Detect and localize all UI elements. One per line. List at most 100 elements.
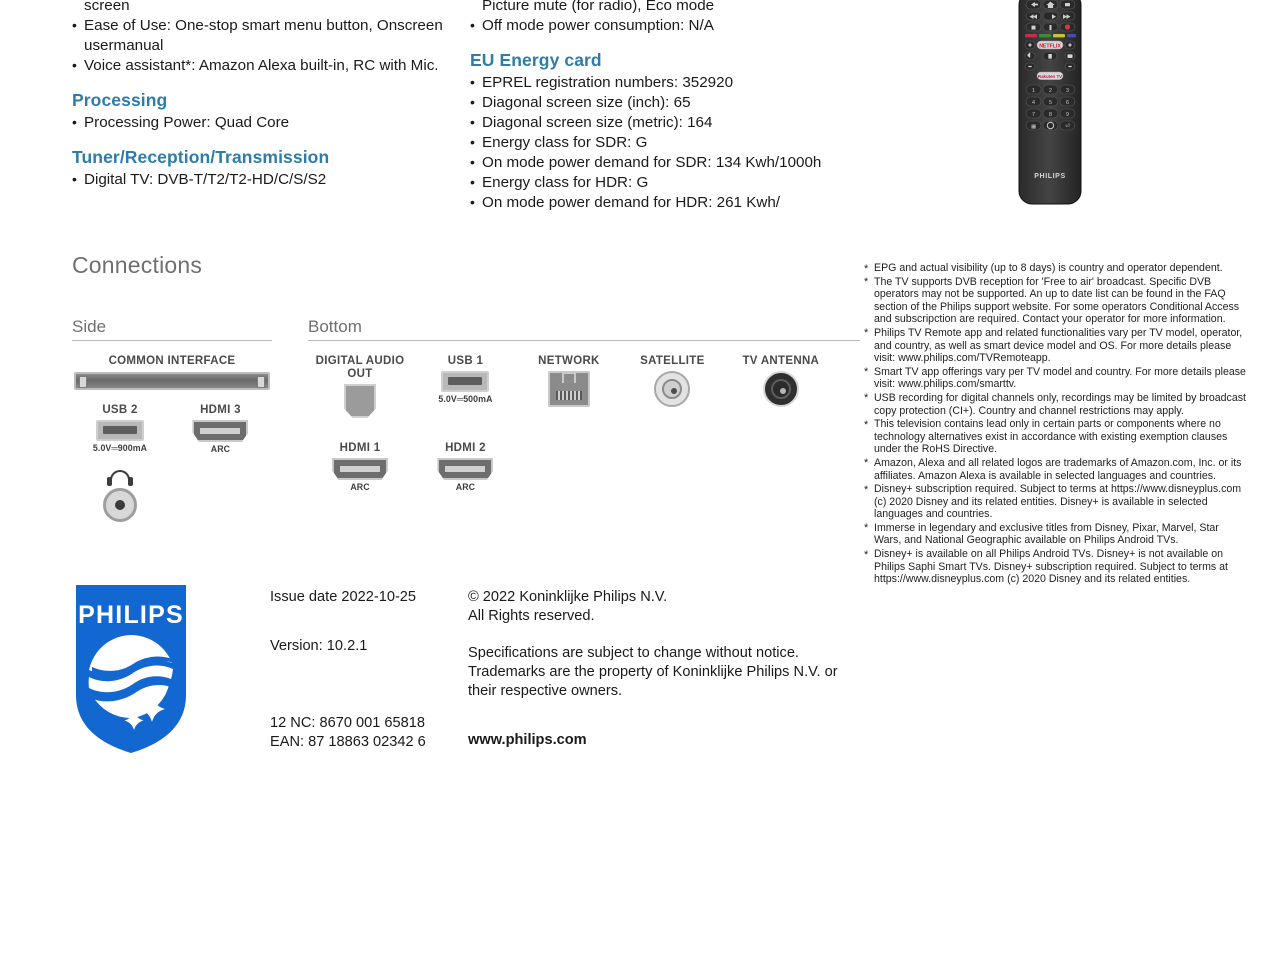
port-network: NETWORK — [519, 355, 619, 407]
mid-spec-column: Picture mute (for radio), Eco mode Off m… — [470, 0, 860, 213]
port-label: COMMON INTERFACE — [108, 355, 236, 367]
side-panel-divider — [72, 340, 272, 341]
svg-text:9: 9 — [1066, 112, 1069, 118]
left-feature-list: screen Ease of Use: One-stop smart menu … — [72, 0, 452, 76]
svg-text:8: 8 — [1049, 112, 1052, 118]
port-label: HDMI 3 — [200, 404, 241, 416]
remote-control-image: NETFLIX Rakuten TV 1 2 3 4 5 6 7 8 9 ▦ ⏎… — [1010, 0, 1090, 211]
port-label: SATELLITE — [640, 355, 705, 367]
svg-text:PHILIPS: PHILIPS — [1034, 173, 1065, 180]
eu-energy-list: EPREL registration numbers: 352920 Diago… — [470, 72, 860, 213]
port-hdmi-3: HDMI 3 ARC — [172, 404, 268, 454]
svg-text:5: 5 — [1049, 100, 1052, 106]
footnote-item: Amazon, Alexa and all related logos are … — [864, 457, 1246, 482]
issue-date: Issue date 2022-10-25 — [270, 589, 417, 605]
list-item: Processing Power: Quad Core — [72, 112, 452, 133]
satellite-coax-icon — [654, 371, 691, 407]
port-label: TV ANTENNA — [742, 355, 820, 367]
footer-publication-info: Issue date 2022-10-25 Version: 10.2.1 12… — [270, 588, 460, 752]
hdmi-port-icon — [332, 458, 388, 480]
port-label: DIGITAL AUDIO OUT — [315, 355, 405, 380]
side-connections-panel: Side COMMON INTERFACE USB 2 5.0V═900mA H… — [72, 317, 272, 522]
bottom-connections-panel: Bottom DIGITAL AUDIO OUT USB 1 5.0V═500m… — [308, 317, 860, 492]
list-item: On mode power demand for HDR: 261 Kwh/ — [470, 192, 860, 213]
port-hdmi-1: HDMI 1 ARC — [308, 442, 412, 492]
port-common-interface: COMMON INTERFACE — [74, 355, 270, 390]
tuner-list: Digital TV: DVB-T/T2/T2-HD/C/S/S2 — [72, 169, 452, 190]
footnotes-list: EPG and actual visibility (up to 8 days)… — [864, 262, 1246, 587]
bottom-panel-divider — [308, 340, 860, 341]
svg-text:3: 3 — [1066, 88, 1069, 94]
port-sublabel: 5.0V═500mA — [438, 394, 493, 404]
ci-slot-icon — [74, 372, 270, 390]
footnote-item: The TV supports DVB reception for 'Free … — [864, 276, 1246, 326]
list-item: Digital TV: DVB-T/T2/T2-HD/C/S/S2 — [72, 169, 452, 190]
port-label: NETWORK — [538, 355, 600, 367]
port-label: HDMI 1 — [339, 442, 381, 454]
usb-port-icon — [96, 420, 144, 441]
port-label: USB 2 — [102, 404, 138, 416]
list-item: Energy class for SDR: G — [470, 132, 860, 153]
antenna-coax-icon — [762, 371, 799, 407]
usb-port-icon — [441, 371, 490, 392]
list-item: Diagonal screen size (metric): 164 — [470, 112, 860, 133]
connections-title: Connections — [72, 252, 203, 278]
spec-sheet-page: screen Ease of Use: One-stop smart menu … — [0, 0, 1280, 960]
philips-logo: PHILIPS — [72, 583, 190, 755]
processing-list: Processing Power: Quad Core — [72, 112, 452, 133]
disclaimer: Specifications are subject to change wit… — [468, 645, 838, 699]
svg-text:⏎: ⏎ — [1065, 124, 1070, 130]
connections-section: Connections Side COMMON INTERFACE USB 2 — [72, 252, 862, 555]
port-tv-antenna: TV ANTENNA — [726, 355, 836, 407]
version: Version: 10.2.1 — [270, 638, 368, 654]
footnote-item: USB recording for digital channels only,… — [864, 392, 1246, 417]
footnote-item: Disney+ is available on all Philips Andr… — [864, 548, 1246, 586]
footnote-item: This television contains lead only in ce… — [864, 418, 1246, 456]
ethernet-rj45-icon — [547, 371, 590, 407]
list-item: Diagonal screen size (inch): 65 — [470, 92, 860, 113]
svg-text:7: 7 — [1032, 112, 1035, 118]
section-heading-eu-energy-card: EU Energy card — [470, 50, 602, 70]
port-usb-1: USB 1 5.0V═500mA — [416, 355, 514, 404]
headphone-icon — [106, 470, 134, 486]
copyright-line-1: © 2022 Koninklijke Philips N.V. — [468, 589, 668, 605]
svg-text:2: 2 — [1049, 88, 1052, 94]
port-satellite: SATELLITE — [623, 355, 721, 407]
svg-text:NETFLIX: NETFLIX — [1039, 43, 1061, 49]
port-sublabel: 5.0V═900mA — [92, 443, 148, 453]
list-item: EPREL registration numbers: 352920 — [470, 72, 860, 93]
port-usb-2: USB 2 5.0V═900mA — [72, 404, 168, 453]
footnote-item: Immerse in legendary and exclusive title… — [864, 522, 1246, 547]
list-item: Energy class for HDR: G — [470, 172, 860, 193]
nc-code: 12 NC: 8670 001 65818 — [270, 715, 425, 731]
svg-text:Rakuten TV: Rakuten TV — [1038, 74, 1062, 79]
website-link[interactable]: www.philips.com — [468, 731, 868, 750]
port-label: HDMI 2 — [445, 442, 486, 454]
continued-text: Picture mute (for radio), Eco mode — [482, 0, 715, 14]
footer-legal-info: © 2022 Koninklijke Philips N.V. All Righ… — [468, 588, 868, 750]
port-sublabel: ARC — [455, 482, 476, 492]
section-heading-tuner: Tuner/Reception/Transmission — [72, 147, 330, 167]
hdmi-port-icon — [437, 458, 494, 480]
svg-text:PHILIPS: PHILIPS — [78, 601, 184, 629]
port-sublabel: ARC — [210, 444, 231, 454]
left-spec-column: screen Ease of Use: One-stop smart menu … — [72, 0, 452, 190]
port-headphone — [72, 470, 168, 522]
list-item: Off mode power consumption: N/A — [470, 15, 860, 36]
svg-text:4: 4 — [1032, 100, 1035, 106]
svg-text:▦: ▦ — [1031, 124, 1036, 130]
port-sublabel: ARC — [350, 482, 370, 492]
svg-text:6: 6 — [1066, 100, 1069, 106]
footnote-item: EPG and actual visibility (up to 8 days)… — [864, 262, 1246, 275]
ean-code: EAN: 87 18863 02342 6 — [270, 734, 426, 750]
port-label: USB 1 — [447, 355, 484, 367]
port-hdmi-2: HDMI 2 ARC — [416, 442, 514, 492]
section-heading-processing: Processing — [72, 90, 168, 110]
list-item: Voice assistant*: Amazon Alexa built-in,… — [72, 55, 452, 76]
side-panel-label: Side — [72, 317, 107, 336]
port-digital-audio-out: DIGITAL AUDIO OUT — [308, 355, 412, 418]
optical-audio-icon — [344, 384, 376, 418]
bottom-panel-label: Bottom — [308, 317, 362, 336]
headphone-jack-icon — [103, 488, 137, 522]
list-item: Ease of Use: One-stop smart menu button,… — [72, 15, 452, 56]
